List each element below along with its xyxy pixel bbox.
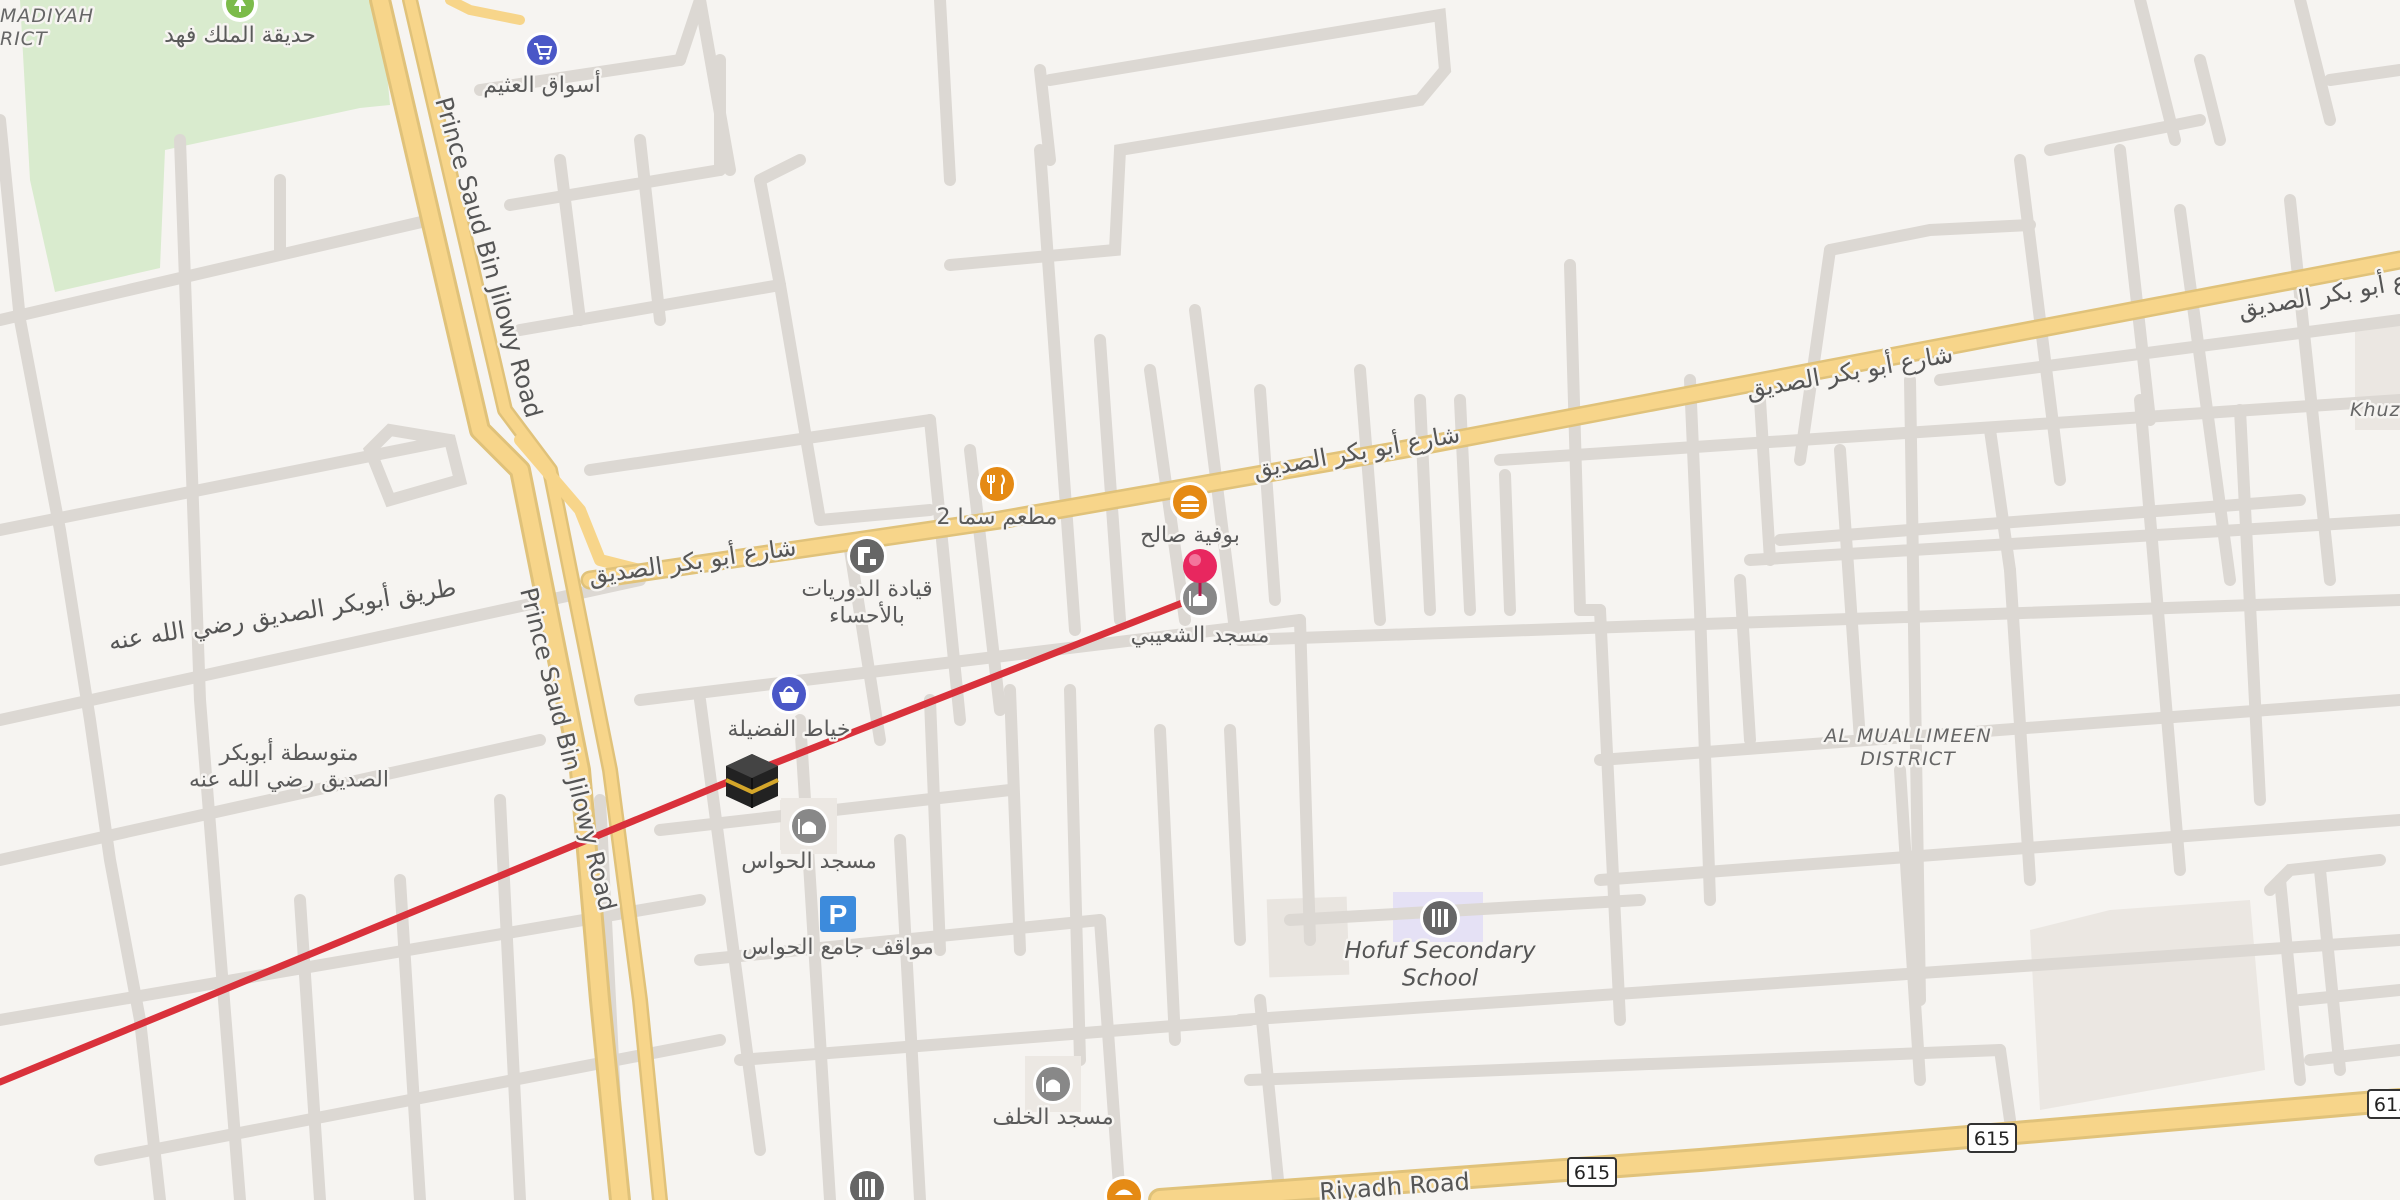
fork-knife-icon[interactable]	[977, 464, 1017, 504]
road-label-abu-bakr-right2: شارع أبو بكر الصديق	[1744, 338, 1955, 404]
burger-icon[interactable]	[1170, 482, 1210, 522]
road-label-abu-bakr-mid: شارع أبو بكر الصديق	[1251, 418, 1462, 484]
svg-text:615: 615	[2374, 1094, 2400, 1116]
svg-text:P: P	[829, 899, 848, 930]
mosque-icon[interactable]	[1025, 1056, 1081, 1112]
school-icon[interactable]	[1420, 898, 1460, 938]
poi-label-tailor: خياط الفضيلة	[727, 717, 850, 742]
mosque-icon[interactable]	[781, 798, 837, 854]
poi-label-othaim: أسواق العثيم	[483, 70, 600, 98]
map-canvas[interactable]: MADIYAH RICT Prince Saud Bin Jilowy Road …	[0, 0, 2400, 1200]
district-label-khuz: Khuz	[2350, 399, 2400, 421]
road-label-riyadh: Riyadh Road	[1318, 1168, 1470, 1200]
school-icon[interactable]	[847, 1168, 887, 1200]
parking-icon[interactable]: P	[820, 896, 856, 932]
map-svg[interactable]: MADIYAH RICT Prince Saud Bin Jilowy Road …	[0, 0, 2400, 1200]
svg-text:615: 615	[1974, 1128, 2010, 1150]
poi-label-mosque-khalaf: مسجد الخلف	[992, 1105, 1113, 1130]
poi-label-patrol: قيادة الدوريات بالأحساء	[801, 577, 932, 628]
shopping-cart-icon[interactable]	[524, 32, 560, 68]
road-label-abu-bakr-left: شارع أبو بكر الصديق	[587, 531, 798, 590]
poi-label-park: حديقة الملك فهد	[164, 23, 316, 48]
shopping-basket-icon[interactable]	[769, 674, 809, 714]
road-label-abu-bakr-way: طريق أبوبكر الصديق رضي الله عنه	[106, 571, 458, 656]
poi-label-parking-hawas: مواقف جامع الحواس	[742, 935, 934, 960]
police-icon[interactable]	[847, 536, 887, 576]
poi-label-buffet: بوفية صالح	[1140, 523, 1240, 548]
poi-label-school-abubakr: متوسطة أبوبكر الصديق رضي الله عنه	[189, 738, 389, 792]
poi-label-restaurant: مطعم سما 2	[937, 505, 1058, 530]
building	[2030, 900, 2265, 1110]
poi-label-hofuf-school: Hofuf Secondary School	[1344, 938, 1536, 992]
burger-icon[interactable]	[1104, 1176, 1144, 1200]
poi-label-mosque-shuaibi: مسجد الشعيبي	[1131, 623, 1270, 648]
route-shield-615: 615	[2367, 1089, 2400, 1119]
poi-label-mosque-hawas: مسجد الحواس	[741, 849, 877, 874]
svg-text:615: 615	[1574, 1162, 1610, 1184]
route-shield-615: 615	[1567, 1157, 1617, 1187]
route-shield-615: 615	[1967, 1123, 2017, 1153]
